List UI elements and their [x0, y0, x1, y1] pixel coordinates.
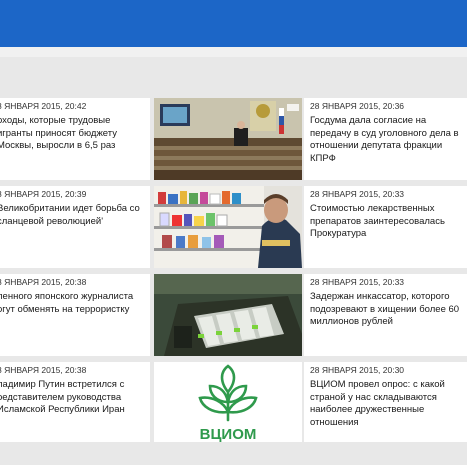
- vciom-logo: ВЦИОМ: [198, 364, 258, 442]
- app-header-bar: [0, 0, 467, 47]
- news-headline: Стоимостью лекарственных препаратов заин…: [310, 203, 445, 239]
- news-time: 28 ЯНВАРЯ 2015, 20:33: [310, 189, 405, 199]
- news-time: 8 ЯНВАРЯ 2015, 20:39: [0, 189, 87, 199]
- news-tile-left-1[interactable]: 8 ЯНВАРЯ 2015, 20:42 оходы, которые труд…: [0, 98, 150, 180]
- duma-hall-photo: [154, 98, 302, 180]
- news-image-duma-hall[interactable]: [154, 98, 302, 180]
- news-headline: Великобритании идет борьба со сланцевой …: [0, 203, 140, 227]
- pharmacy-photo: [154, 186, 302, 268]
- news-time: 28 ЯНВАРЯ 2015, 20:30: [310, 365, 405, 375]
- news-tile-right-3[interactable]: 28 ЯНВАРЯ 2015, 20:33 Задержан инкассато…: [304, 274, 467, 356]
- news-tile-right-2[interactable]: 28 ЯНВАРЯ 2015, 20:33 Стоимостью лекарст…: [304, 186, 467, 268]
- news-tile-left-3[interactable]: 8 ЯНВАРЯ 2015, 20:38 ленного японского ж…: [0, 274, 150, 356]
- news-tile-right-1[interactable]: 28 ЯНВАРЯ 2015, 20:36 Госдума дала согла…: [304, 98, 467, 180]
- news-time: 28 ЯНВАРЯ 2015, 20:33: [310, 277, 405, 287]
- cash-cassettes-photo: [154, 274, 302, 356]
- news-time: 8 ЯНВАРЯ 2015, 20:42: [0, 101, 87, 111]
- news-time: 8 ЯНВАРЯ 2015, 20:38: [0, 277, 87, 287]
- header-divider: [0, 47, 467, 57]
- news-headline: Госдума дала согласие на передачу в суд …: [310, 115, 459, 164]
- news-tile-left-2[interactable]: 8 ЯНВАРЯ 2015, 20:39 Великобритании идет…: [0, 186, 150, 268]
- news-headline: ленного японского журналиста огут обменя…: [0, 291, 134, 315]
- vciom-logo-text: ВЦИОМ: [200, 426, 257, 442]
- news-headline: оходы, которые трудовые игранты приносят…: [0, 115, 117, 151]
- news-headline: ладимир Путин встретился с редставителем…: [0, 379, 125, 415]
- news-image-vciom[interactable]: ВЦИОМ: [154, 362, 302, 442]
- news-time: 8 ЯНВАРЯ 2015, 20:38: [0, 365, 87, 375]
- news-image-cash-cassettes[interactable]: [154, 274, 302, 356]
- news-headline: ВЦИОМ провел опрос: с какой страной у на…: [310, 379, 445, 428]
- news-time: 28 ЯНВАРЯ 2015, 20:36: [310, 101, 405, 111]
- news-tile-left-4[interactable]: 8 ЯНВАРЯ 2015, 20:38 ладимир Путин встре…: [0, 362, 150, 442]
- news-headline: Задержан инкассатор, которого подозреваю…: [310, 291, 460, 327]
- news-tile-right-4[interactable]: 28 ЯНВАРЯ 2015, 20:30 ВЦИОМ провел опрос…: [304, 362, 467, 442]
- news-image-pharmacy[interactable]: [154, 186, 302, 268]
